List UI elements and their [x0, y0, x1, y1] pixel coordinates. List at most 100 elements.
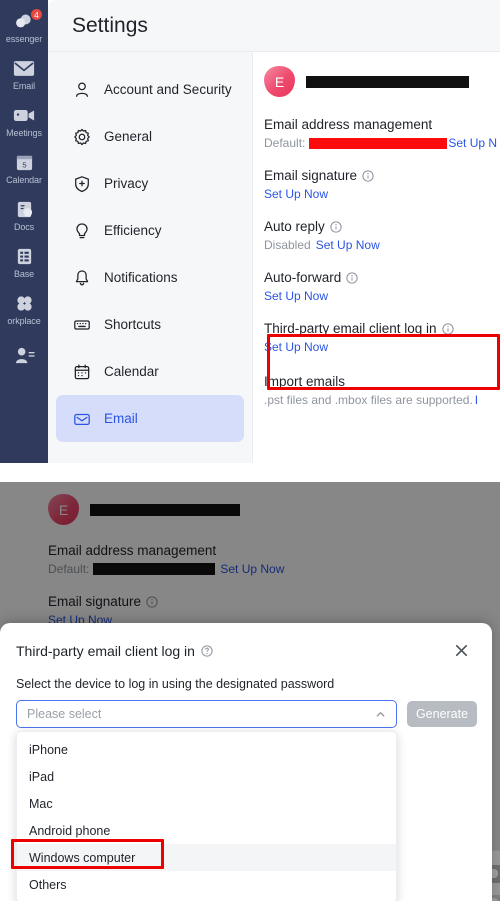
settings-body: Account and Security General Privacy Eff… — [48, 52, 500, 463]
option-windows-computer[interactable]: Windows computer — [17, 844, 396, 871]
rail-label-base: Base — [13, 268, 35, 279]
import-note: .pst files and .mbox files are supported… — [264, 393, 473, 407]
sidebar-item-shortcuts[interactable]: Shortcuts — [56, 301, 244, 348]
rail-item-messenger[interactable]: 4 essenger — [0, 4, 48, 51]
sidebar-label: General — [104, 129, 153, 144]
section-subtext: Set Up Now — [264, 289, 500, 303]
section-title-row: Third-party email client log in — [264, 321, 500, 336]
account-row: E — [264, 66, 500, 97]
option-mac[interactable]: Mac — [17, 790, 396, 817]
sidebar-label: Efficiency — [104, 223, 162, 238]
chevron-up-icon[interactable] — [375, 709, 386, 720]
dialog-title-row: Third-party email client log in — [16, 643, 213, 659]
option-label: Android phone — [29, 823, 111, 838]
device-select-dropdown[interactable]: iPhone iPad Mac Android phone Windows co… — [16, 731, 397, 901]
option-label: Mac — [29, 796, 53, 811]
set-up-now-link[interactable]: Set Up Now — [264, 340, 328, 354]
question-circle-icon[interactable] — [201, 644, 213, 657]
rail-item-meetings[interactable]: Meetings — [0, 98, 48, 145]
section-import-emails: Import emails .pst files and .mbox files… — [264, 374, 500, 407]
svg-text:5: 5 — [22, 160, 26, 169]
default-label: Default: — [264, 136, 306, 150]
app-rail: 4 essenger Email Meetings 5 Calendar Doc… — [0, 0, 48, 463]
dialog-description: Select the device to log in using the de… — [16, 677, 335, 691]
section-title: Email signature — [264, 168, 358, 183]
section-email-signature: Email signature Set Up Now — [264, 168, 500, 201]
section-title: Auto-forward — [264, 270, 342, 285]
option-iphone[interactable]: iPhone — [17, 736, 396, 763]
section-subtext: Default: Set Up N — [264, 136, 500, 150]
option-ipad[interactable]: iPad — [17, 763, 396, 790]
sidebar-label: Account and Security — [104, 82, 232, 97]
person-icon — [75, 82, 89, 97]
messenger-icon: 4 — [13, 7, 43, 32]
sidebar-item-account-and-security[interactable]: Account and Security — [56, 66, 244, 113]
option-android-phone[interactable]: Android phone — [17, 817, 396, 844]
rail-item-calendar[interactable]: 5 Calendar — [0, 145, 48, 192]
redacted-email-address — [306, 75, 469, 88]
sidebar-item-notifications[interactable]: Notifications — [56, 254, 244, 301]
sidebar-item-efficiency[interactable]: Efficiency — [56, 207, 244, 254]
email-settings-detail: E Email address management Default: Set … — [253, 52, 500, 463]
rail-item-base[interactable]: Base — [0, 239, 48, 286]
settings-header: Settings — [48, 0, 500, 52]
sidebar-item-email[interactable]: Email — [56, 395, 244, 442]
sidebar-label: Privacy — [104, 176, 149, 191]
section-title: Auto reply — [264, 219, 325, 234]
sidebar-label: Shortcuts — [104, 317, 162, 332]
sidebar-item-calendar[interactable]: Calendar — [56, 348, 244, 395]
rail-item-workplace[interactable]: orkplace — [0, 286, 48, 333]
auto-reply-status: Disabled — [264, 238, 311, 252]
device-select-row: Please select Generate — [0, 691, 492, 728]
section-divider-gap — [0, 463, 500, 482]
workplace-icon — [13, 294, 35, 314]
keyboard-icon — [74, 319, 90, 330]
third-party-login-dialog: Third-party email client log in Select t… — [0, 623, 492, 901]
option-label: iPhone — [29, 742, 68, 757]
info-icon[interactable] — [362, 169, 374, 182]
docs-icon — [13, 200, 35, 220]
section-auto-reply: Auto reply Disabled Set Up Now — [264, 219, 500, 252]
page-title: Settings — [72, 13, 148, 37]
section-title: Third-party email client log in — [264, 321, 437, 336]
section-subtext: .pst files and .mbox files are supported… — [264, 393, 500, 407]
section-subtext: Set Up Now — [264, 340, 500, 354]
rail-item-email[interactable]: Email — [0, 51, 48, 98]
contacts-icon — [13, 346, 35, 366]
import-note-link[interactable]: I — [475, 393, 478, 407]
info-icon[interactable] — [330, 220, 342, 233]
sidebar-item-general[interactable]: General — [56, 113, 244, 160]
rail-item-docs[interactable]: Docs — [0, 192, 48, 239]
video-camera-icon — [13, 106, 35, 126]
sidebar-item-privacy[interactable]: Privacy — [56, 160, 244, 207]
close-icon[interactable] — [453, 642, 470, 659]
set-up-now-link[interactable]: Set Up N — [448, 136, 497, 150]
calendar-icon: 5 — [13, 153, 35, 173]
set-up-now-link[interactable]: Set Up Now — [316, 238, 380, 252]
section-subtext: Disabled Set Up Now — [264, 238, 500, 252]
screenshot-root: 4 essenger Email Meetings 5 Calendar Doc… — [0, 0, 500, 901]
device-select[interactable]: Please select — [16, 700, 397, 728]
gear-icon — [74, 128, 90, 145]
rail-label-meetings: Meetings — [6, 127, 42, 138]
info-icon[interactable] — [441, 322, 454, 335]
info-icon[interactable] — [346, 271, 358, 284]
settings-window: 4 essenger Email Meetings 5 Calendar Doc… — [0, 0, 500, 463]
option-others[interactable]: Others — [17, 871, 396, 898]
calendar-icon — [74, 364, 90, 379]
sidebar-label: Email — [104, 411, 138, 426]
generate-button[interactable]: Generate — [407, 701, 477, 727]
email-icon — [74, 413, 90, 425]
rail-label-docs: Docs — [13, 221, 35, 232]
email-icon — [13, 59, 35, 79]
section-title-row: Email signature — [264, 168, 500, 183]
set-up-now-link[interactable]: Set Up Now — [264, 187, 328, 201]
dialog-header: Third-party email client log in — [0, 623, 492, 659]
section-title-row: Auto reply — [264, 219, 500, 234]
sidebar-label: Calendar — [104, 364, 159, 379]
section-third-party-email-client-log-in: Third-party email client log in Set Up N… — [264, 321, 500, 354]
section-email-address-management: Email address management Default: Set Up… — [264, 117, 500, 150]
rail-label-messenger: essenger — [5, 33, 43, 44]
set-up-now-link[interactable]: Set Up Now — [264, 289, 328, 303]
rail-item-contacts[interactable] — [0, 333, 48, 380]
